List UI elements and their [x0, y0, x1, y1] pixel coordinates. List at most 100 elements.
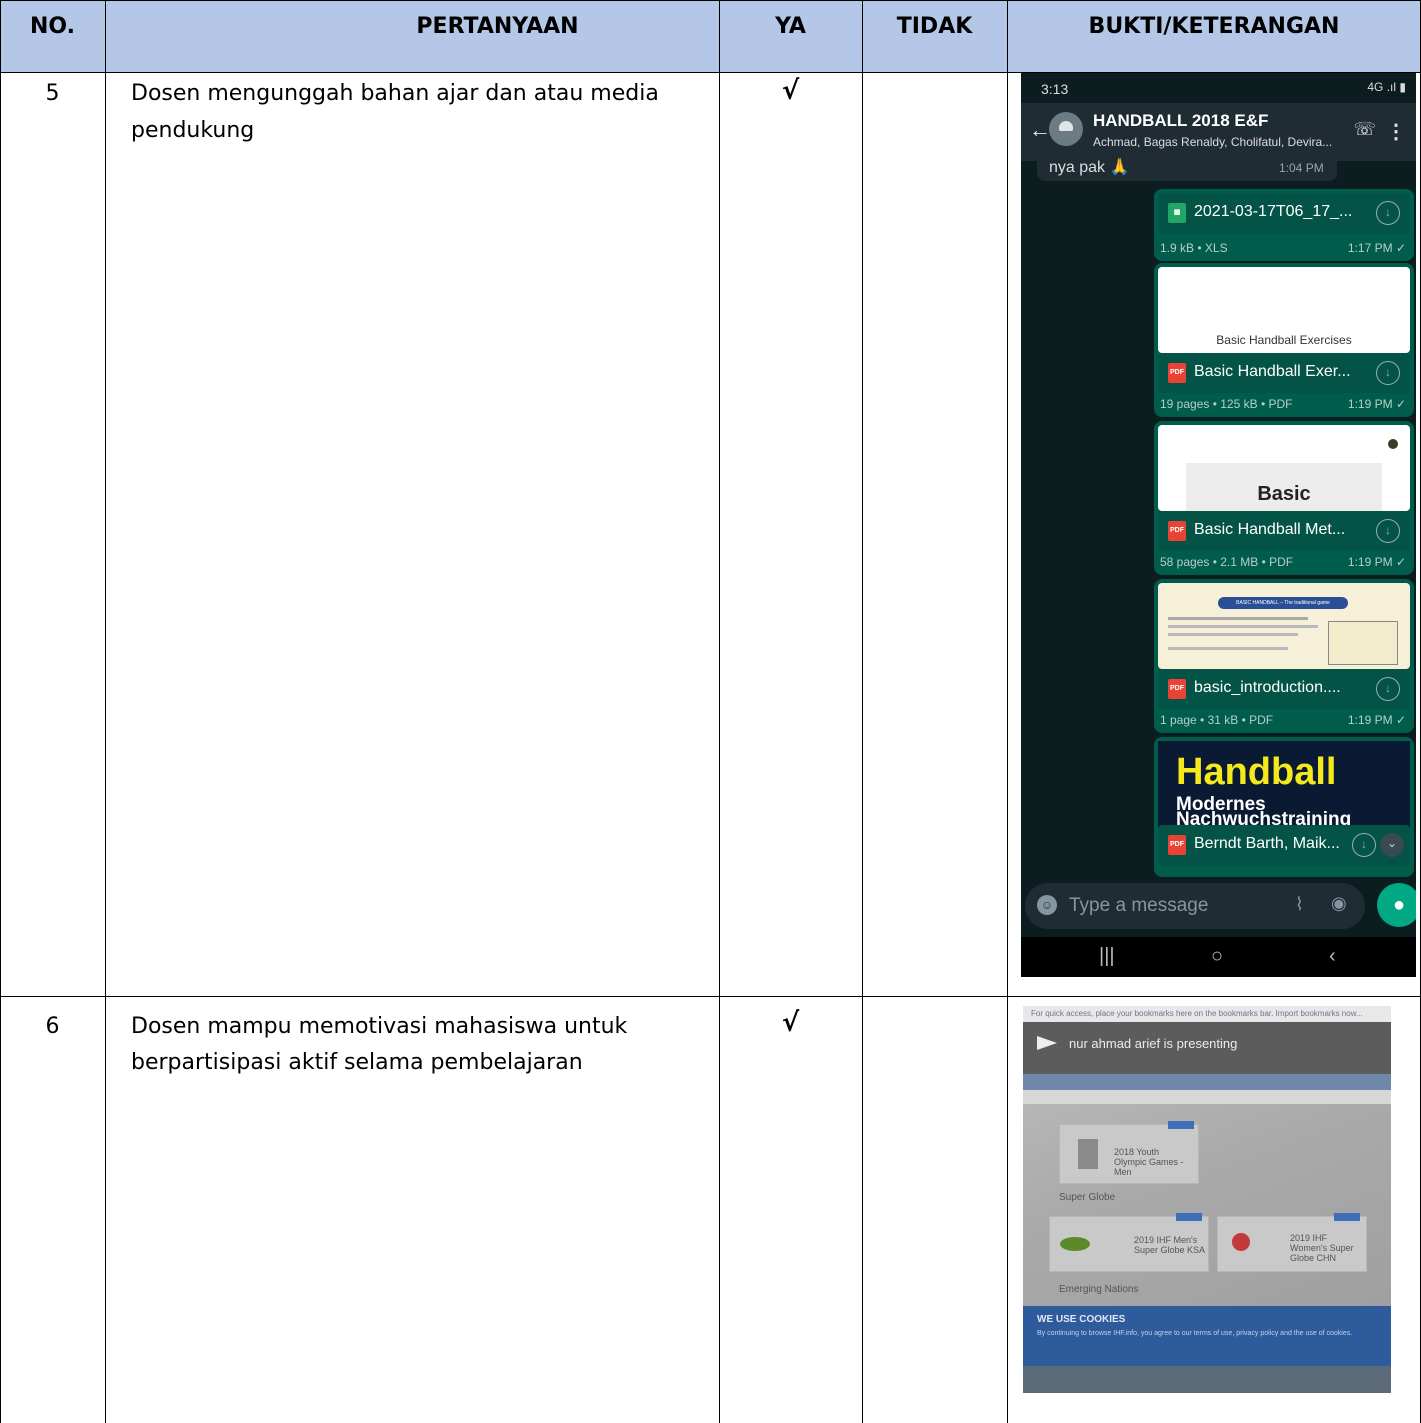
grid-line	[0, 0, 1, 1423]
paperclip-icon[interactable]: ⌇	[1295, 894, 1304, 915]
grid-line	[105, 0, 106, 1423]
chat-title[interactable]: HANDBALL 2018 E&F	[1093, 111, 1268, 131]
nav-back-icon[interactable]: ‹	[1329, 945, 1336, 968]
header-no: NO.	[30, 14, 75, 39]
recent-apps-icon[interactable]: |||	[1099, 945, 1115, 968]
grid-line	[1007, 0, 1008, 1423]
back-arrow-icon[interactable]: ←	[1029, 117, 1051, 143]
download-icon[interactable]: ↓	[1376, 201, 1400, 225]
check-mark: √	[781, 76, 800, 106]
file-message[interactable]: ▦ 2021-03-17T06_17_... ↓ 1.9 kB • XLS 1:…	[1154, 189, 1414, 261]
download-icon[interactable]: ↓	[1376, 519, 1400, 543]
camera-icon[interactable]: ◉	[1331, 893, 1347, 914]
file-message[interactable]: BASIC HANDBALL – The traditional game PD…	[1154, 579, 1414, 733]
event-logo	[1060, 1237, 1090, 1251]
pdf-icon: PDF	[1168, 521, 1186, 541]
file-message[interactable]: Basic Handball Exercises PDF Basic Handb…	[1154, 263, 1414, 417]
text-line	[1168, 647, 1288, 650]
cover-subtitle: Modernes Nachwuchstraining	[1176, 794, 1352, 830]
message-time: 1:19 PM ✓	[1347, 397, 1406, 411]
section-label: Super Globe	[1059, 1192, 1116, 1203]
download-icon[interactable]: ↓	[1376, 677, 1400, 701]
status-badge	[1168, 1121, 1194, 1129]
thumbnail-heading: Basic	[1257, 483, 1311, 505]
presenting-text: nur ahmad arief is presenting	[1069, 1036, 1238, 1051]
cookie-banner: WE USE COOKIES By continuing to browse I…	[1023, 1306, 1391, 1366]
file-name: basic_introduction....	[1194, 679, 1341, 696]
status-badge	[1334, 1213, 1360, 1221]
event-label: 2019 IHF Men's Super Globe KSA	[1134, 1235, 1206, 1255]
emoji-icon[interactable]: ☺	[1037, 895, 1057, 915]
pdf-thumbnail: Basic Handball Exercises	[1158, 267, 1410, 353]
whatsapp-screenshot: 3:13 4G .ıl ▮ ← HANDBALL 2018 E&F Achmad…	[1021, 73, 1416, 977]
file-name: Berndt Barth, Maik...	[1194, 835, 1340, 852]
question-text-line2: pendukung	[131, 118, 255, 143]
file-meta: 1 page • 31 kB • PDF	[1160, 713, 1274, 727]
file-row[interactable]: ▦ 2021-03-17T06_17_... ↓	[1158, 193, 1410, 233]
file-name: Basic Handball Met...	[1194, 521, 1346, 538]
grid-line	[862, 0, 863, 1423]
file-meta: 1.9 kB • XLS	[1160, 241, 1228, 255]
add-call-icon[interactable]: ☏	[1353, 119, 1376, 140]
question-text-line1: Dosen mengunggah bahan ajar dan atau med…	[131, 81, 659, 106]
header-ya-cell: YA	[775, 14, 806, 39]
message-time: 1:17 PM ✓	[1347, 241, 1406, 255]
grid-line	[0, 0, 1421, 1]
grid-line	[0, 996, 1421, 997]
status-badge	[1176, 1213, 1202, 1221]
screen-share-photo: For quick access, place your bookmarks h…	[1023, 1006, 1391, 1393]
pdf-thumbnail: Basic	[1158, 425, 1410, 511]
file-meta: 58 pages • 2.1 MB • PDF	[1160, 555, 1294, 569]
scroll-down-icon[interactable]: ⌄	[1380, 833, 1404, 857]
cover-title: Handball	[1176, 751, 1337, 793]
spreadsheet-icon: ▦	[1168, 203, 1186, 223]
file-row[interactable]: PDF Basic Handball Met... ↓	[1158, 511, 1410, 551]
message-input[interactable]: ☺ Type a message ⌇ ◉	[1025, 883, 1365, 929]
event-card: 2019 IHF Men's Super Globe KSA	[1049, 1213, 1209, 1272]
presenting-bar: nur ahmad arief is presenting	[1023, 1022, 1391, 1074]
home-icon[interactable]: ○	[1211, 945, 1223, 968]
more-vert-icon[interactable]: ⋮	[1386, 119, 1406, 144]
pdf-icon: PDF	[1168, 835, 1186, 855]
section-label: Emerging Nations	[1059, 1284, 1139, 1295]
text-line	[1168, 617, 1308, 620]
browser-tabs	[1023, 1074, 1391, 1090]
file-row[interactable]: PDF basic_introduction.... ↓	[1158, 669, 1410, 709]
question-text-line2: berpartisipasi aktif selama pembelajaran	[131, 1050, 583, 1075]
text-line	[1168, 625, 1318, 628]
cookie-text: By continuing to browse IHF.info, you ag…	[1037, 1330, 1353, 1337]
message-time: 1:19 PM ✓	[1347, 555, 1406, 569]
chat-members: Achmad, Bagas Renaldy, Cholifatul, Devir…	[1093, 135, 1333, 149]
court-diagram	[1328, 621, 1398, 665]
file-name: Basic Handball Exer...	[1194, 363, 1351, 380]
grid-line	[719, 0, 720, 1423]
text-line	[1168, 633, 1298, 636]
file-row[interactable]: PDF Basic Handball Exer... ↓	[1158, 353, 1410, 393]
event-logo	[1078, 1139, 1098, 1169]
status-icons: 4G .ıl ▮	[1367, 80, 1406, 94]
thumbnail-caption: Basic Handball Exercises	[1216, 333, 1352, 347]
event-label: 2018 Youth Olympic Games - Men	[1114, 1147, 1184, 1177]
book-cover: Handball Modernes Nachwuchstraining	[1158, 741, 1410, 837]
question-text-line1: Dosen mampu memotivasi mahasiswa untuk	[131, 1014, 628, 1039]
download-icon[interactable]: ↓	[1376, 361, 1400, 385]
group-avatar[interactable]	[1049, 112, 1083, 146]
header-tidak: TIDAK	[896, 14, 973, 39]
download-icon[interactable]: ↓	[1352, 833, 1376, 857]
file-message[interactable]: Basic PDF Basic Handball Met... ↓ 58 pag…	[1154, 421, 1414, 575]
row-number: 5	[45, 81, 60, 106]
message-placeholder: Type a message	[1069, 895, 1209, 916]
mic-icon[interactable]: ●	[1377, 883, 1416, 927]
taskbar	[1023, 1366, 1391, 1393]
pdf-icon: PDF	[1168, 363, 1186, 383]
header-bukti: BUKTI/KETERANGAN	[1088, 14, 1340, 39]
event-card: 2019 IHF Women's Super Globe CHN	[1217, 1213, 1367, 1272]
check-mark: √	[781, 1008, 800, 1038]
previous-message-text: nya pak 🙏	[1049, 159, 1130, 176]
status-time: 3:13	[1041, 81, 1069, 97]
cookie-title: WE USE COOKIES	[1037, 1314, 1126, 1325]
file-row[interactable]: PDF Berndt Barth, Maik... ↓ ⌄	[1158, 825, 1410, 865]
bookmark-bar-text: For quick access, place your bookmarks h…	[1023, 1006, 1391, 1022]
file-message[interactable]: Handball Modernes Nachwuchstraining PDF B…	[1154, 737, 1414, 877]
ball-icon	[1388, 439, 1398, 449]
